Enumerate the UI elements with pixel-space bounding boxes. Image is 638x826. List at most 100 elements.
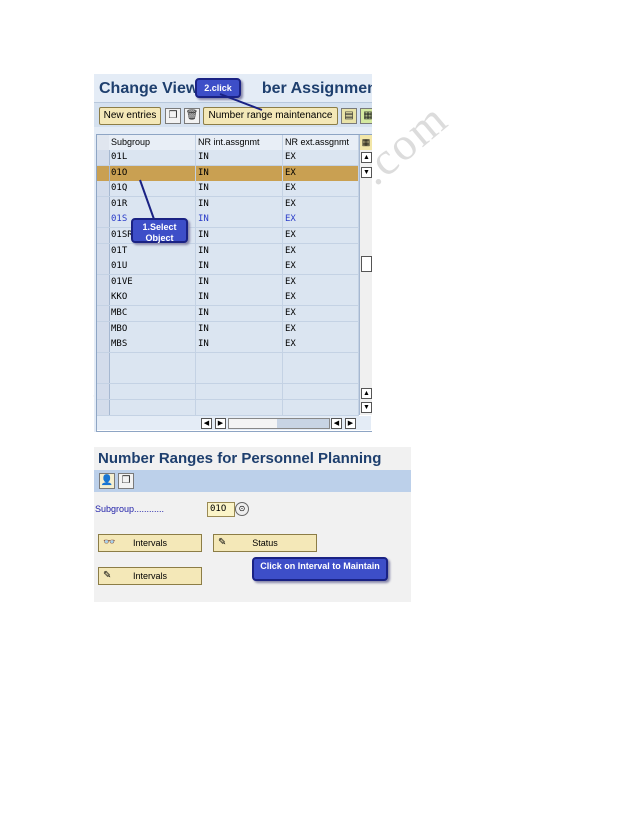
nr-int-cell[interactable]: IN: [196, 181, 283, 197]
nr-int-cell[interactable]: IN: [196, 259, 283, 275]
table-row[interactable]: 01L IN EX: [97, 150, 359, 166]
nr-ext-cell[interactable]: EX: [283, 321, 359, 337]
nr-ext-cell[interactable]: EX: [283, 290, 359, 306]
subgroup-cell[interactable]: 01U: [109, 259, 196, 275]
intervals-display-button[interactable]: 👓 Intervals: [98, 534, 202, 552]
nr-ext-cell[interactable]: [283, 399, 359, 415]
copy-icon[interactable]: ❐: [165, 108, 181, 124]
nr-ext-cell[interactable]: EX: [283, 150, 359, 165]
number-range-maintenance-button[interactable]: Number range maintenance: [203, 107, 338, 125]
subgroup-cell[interactable]: [109, 384, 196, 399]
nr-int-cell[interactable]: [196, 368, 283, 384]
nr-int-cell[interactable]: IN: [196, 290, 283, 306]
table-row[interactable]: [97, 384, 359, 400]
table-row[interactable]: [97, 399, 359, 416]
table-row[interactable]: [97, 352, 359, 369]
scroll-down-bottom-icon[interactable]: ▼: [361, 402, 372, 413]
nr-ext-cell[interactable]: [283, 352, 359, 368]
select-object-callout-line2: Object: [145, 233, 174, 243]
subgroup-cell[interactable]: MBC: [109, 306, 196, 321]
nr-ext-cell[interactable]: [283, 384, 359, 399]
nr-int-cell[interactable]: IN: [196, 337, 283, 353]
column-config-icon[interactable]: ▦: [359, 135, 372, 150]
nr-int-cell[interactable]: IN: [196, 228, 283, 243]
scroll-thumb[interactable]: [361, 256, 372, 272]
change-view-panel: Change View "Nber Assignment": C New ent…: [94, 74, 372, 432]
column-header-nr-ext[interactable]: NR ext.assgnmt: [283, 135, 359, 150]
scroll-right-icon[interactable]: ▶: [215, 418, 226, 429]
nr-int-cell[interactable]: [196, 352, 283, 368]
horizontal-scroll-track[interactable]: [228, 418, 330, 429]
table-row[interactable]: 01U IN EX: [97, 259, 359, 276]
nr-ext-cell[interactable]: EX: [283, 228, 359, 243]
column-header-nr-int[interactable]: NR int.assgnmt: [196, 135, 283, 150]
scroll-down-icon[interactable]: ▼: [361, 167, 372, 178]
select-object-callout-line1: 1.Select: [142, 222, 177, 232]
table-row[interactable]: 01T IN EX: [97, 243, 359, 260]
scroll-left-end-icon[interactable]: ◀: [331, 418, 342, 429]
subgroup-cell[interactable]: 01Q: [109, 181, 196, 197]
subgroup-cell[interactable]: MBO: [109, 321, 196, 337]
nr-ext-cell[interactable]: EX: [283, 337, 359, 353]
scroll-left-icon[interactable]: ◀: [201, 418, 212, 429]
table-row[interactable]: 01O IN EX: [97, 165, 359, 182]
nr-int-cell[interactable]: IN: [196, 306, 283, 321]
nr-int-cell[interactable]: IN: [196, 150, 283, 165]
table-settings-icon[interactable]: ▤: [341, 108, 357, 124]
export-icon[interactable]: ▦: [360, 108, 372, 124]
nr-ext-cell[interactable]: EX: [283, 196, 359, 212]
subgroup-cell[interactable]: [109, 368, 196, 384]
table-row[interactable]: KKO IN EX: [97, 290, 359, 307]
status-button[interactable]: ✎ Status: [213, 534, 317, 552]
subgroup-cell[interactable]: 01T: [109, 243, 196, 259]
table-row[interactable]: MBC IN EX: [97, 306, 359, 322]
subgroup-cell[interactable]: 01R: [109, 196, 196, 212]
nr-int-cell[interactable]: IN: [196, 212, 283, 228]
subgroup-cell[interactable]: MBS: [109, 337, 196, 353]
scroll-right-end-icon[interactable]: ▶: [345, 418, 356, 429]
select-object-callout: 1.Select Object: [131, 218, 188, 243]
nr-ext-cell[interactable]: EX: [283, 212, 359, 228]
search-help-icon[interactable]: ⊙: [235, 502, 249, 516]
nr-ext-cell[interactable]: EX: [283, 165, 359, 181]
nr-int-cell[interactable]: IN: [196, 196, 283, 212]
subgroup-input[interactable]: 01O: [207, 502, 235, 517]
vertical-scrollbar[interactable]: ▲ ▼ ▲ ▼: [359, 150, 372, 415]
click-interval-callout: Click on Interval to Maintain: [252, 557, 388, 581]
nr-int-cell[interactable]: IN: [196, 274, 283, 290]
column-header-subgroup[interactable]: Subgroup: [109, 135, 196, 150]
nr-int-cell[interactable]: IN: [196, 165, 283, 181]
nr-int-cell[interactable]: [196, 384, 283, 399]
subgroup-cell[interactable]: 01VE: [109, 274, 196, 290]
table-row[interactable]: MBO IN EX: [97, 321, 359, 338]
nr-ext-cell[interactable]: EX: [283, 181, 359, 197]
scroll-up-icon[interactable]: ▲: [361, 152, 372, 163]
table-row[interactable]: [97, 368, 359, 385]
subgroup-cell[interactable]: [109, 352, 196, 368]
copy-icon-2[interactable]: ❐: [118, 473, 134, 489]
nr-int-cell[interactable]: IN: [196, 243, 283, 259]
delete-icon[interactable]: 🗑: [184, 108, 200, 124]
person-icon[interactable]: 👤: [99, 473, 115, 489]
table-row[interactable]: 01VE IN EX: [97, 274, 359, 291]
nr-ext-cell[interactable]: EX: [283, 259, 359, 275]
subgroup-cell[interactable]: 01L: [109, 150, 196, 165]
nr-ext-cell[interactable]: EX: [283, 306, 359, 321]
nr-int-cell[interactable]: [196, 399, 283, 415]
horizontal-scrollbar[interactable]: ◀ ▶ ◀ ▶: [97, 416, 371, 430]
table-row[interactable]: 01Q IN EX: [97, 181, 359, 198]
table-row[interactable]: MBS IN EX: [97, 337, 359, 354]
subgroup-cell[interactable]: KKO: [109, 290, 196, 306]
nr-ext-cell[interactable]: EX: [283, 274, 359, 290]
new-entries-button[interactable]: New entries: [99, 107, 161, 125]
nr-ext-cell[interactable]: EX: [283, 243, 359, 259]
nr-ext-cell[interactable]: [283, 368, 359, 384]
horizontal-scroll-thumb[interactable]: [277, 419, 329, 428]
table-row[interactable]: 01R IN EX: [97, 196, 359, 213]
intervals-change-button[interactable]: ✎ Intervals: [98, 567, 202, 585]
subgroup-cell[interactable]: 01O: [109, 165, 196, 181]
nr-int-cell[interactable]: IN: [196, 321, 283, 337]
scroll-up-bottom-icon[interactable]: ▲: [361, 388, 372, 399]
data-table: Subgroup NR int.assgnmt NR ext.assgnmt ▦…: [96, 134, 372, 432]
subgroup-cell[interactable]: [109, 399, 196, 415]
